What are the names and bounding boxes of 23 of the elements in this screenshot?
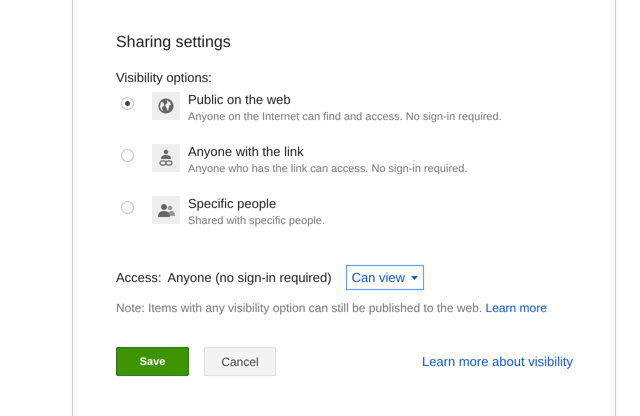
option-label[interactable]: Public on the web	[188, 92, 502, 107]
permission-dropdown[interactable]: Can view	[346, 265, 424, 290]
note-text: Note: Items with any visibility option can still be published to the web. Learn more	[116, 301, 548, 315]
person-link-icon	[159, 149, 173, 167]
caret-icon	[411, 276, 418, 280]
access-value: Anyone (no sign-in required)	[168, 270, 332, 285]
access-label: Access:	[116, 270, 162, 285]
save-button[interactable]: Save	[116, 347, 189, 376]
option-description: Anyone who has the link can access. No sign-in required.	[188, 162, 468, 176]
option-label[interactable]: Anyone with the link	[188, 144, 468, 159]
dialog-title: Sharing settings	[116, 34, 232, 52]
visibility-help-link[interactable]: Learn more about visibility	[422, 354, 573, 369]
option-label[interactable]: Specific people	[188, 196, 325, 211]
option-description: Shared with specific people.	[188, 214, 325, 228]
cancel-button[interactable]: Cancel	[204, 347, 276, 376]
radio-button[interactable]	[121, 201, 134, 214]
option-description: Anyone on the Internet can find and access. No sign-in required.	[188, 110, 502, 124]
section-label: Visibility options:	[116, 70, 213, 85]
radio-button[interactable]	[121, 149, 134, 162]
globe-icon	[158, 98, 174, 114]
learn-more-link[interactable]: Learn more	[486, 301, 547, 315]
people-icon	[158, 203, 174, 217]
radio-button[interactable]	[121, 97, 134, 110]
